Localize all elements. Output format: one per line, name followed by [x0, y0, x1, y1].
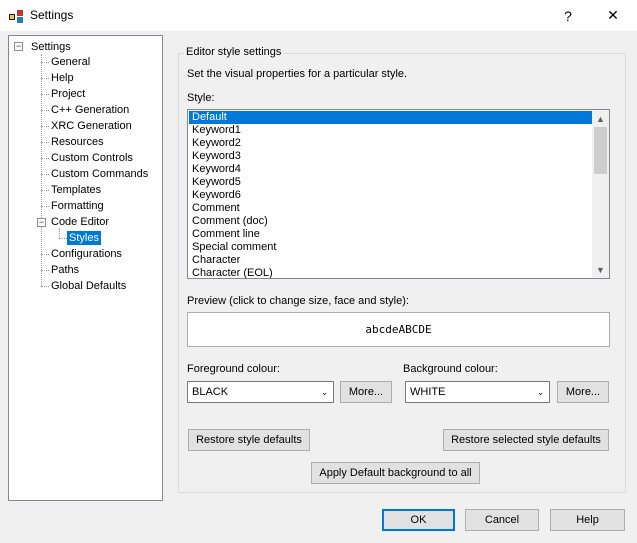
style-list-item[interactable]: Default	[189, 111, 593, 124]
tree-item-global-defaults[interactable]: Global Defaults	[49, 279, 128, 293]
chevron-down-icon[interactable]: ⌄	[532, 382, 549, 402]
help-button[interactable]: Help	[550, 509, 625, 531]
style-list-item[interactable]: Keyword1	[189, 124, 593, 137]
tree-connector	[41, 206, 49, 207]
style-label: Style:	[187, 92, 215, 104]
style-list-item[interactable]: Comment (doc)	[189, 215, 593, 228]
description-label: Set the visual properties for a particul…	[187, 68, 408, 80]
background-more-button[interactable]: More...	[557, 381, 609, 403]
style-list-item[interactable]: Keyword2	[189, 137, 593, 150]
tree-item-templates[interactable]: Templates	[49, 183, 103, 197]
scroll-down-icon[interactable]: ▼	[592, 261, 609, 278]
background-select[interactable]: WHITE ⌄	[405, 381, 550, 403]
style-list-items: Default Keyword1 Keyword2 Keyword3 Keyword4 K…	[189, 111, 593, 278]
tree-item-project[interactable]: Project	[49, 87, 87, 101]
preview-text: abcdeABCDE	[365, 323, 432, 336]
style-list-item[interactable]: Character (EOL)	[189, 267, 593, 278]
apply-default-background-button[interactable]: Apply Default background to all	[311, 462, 480, 484]
tree-connector	[41, 78, 49, 79]
style-list-item[interactable]: Keyword5	[189, 176, 593, 189]
tree-item-xrc-generation[interactable]: XRC Generation	[49, 119, 134, 133]
restore-style-defaults-button[interactable]: Restore style defaults	[188, 429, 310, 451]
foreground-value: BLACK	[192, 386, 229, 398]
style-preview[interactable]: abcdeABCDE	[187, 312, 610, 347]
tree-item-help[interactable]: Help	[49, 71, 76, 85]
tree-item-formatting[interactable]: Formatting	[49, 199, 106, 213]
tree-connector	[41, 286, 49, 287]
tree-connector	[59, 238, 67, 239]
tree-connector	[41, 190, 49, 191]
tree-item-custom-commands[interactable]: Custom Commands	[49, 167, 150, 181]
style-list-item[interactable]: Character	[189, 254, 593, 267]
tree-connector	[41, 62, 49, 63]
style-list-item[interactable]: Comment	[189, 202, 593, 215]
tree-item-configurations[interactable]: Configurations	[49, 247, 124, 261]
tree-item-resources[interactable]: Resources	[49, 135, 106, 149]
tree-item-code-editor[interactable]: Code Editor	[49, 215, 111, 229]
style-list-item[interactable]: Keyword6	[189, 189, 593, 202]
tree-connector	[41, 254, 49, 255]
style-list-scrollbar[interactable]: ▲ ▼	[592, 110, 609, 278]
style-list-item[interactable]: Comment line	[189, 228, 593, 241]
foreground-more-button[interactable]: More...	[340, 381, 392, 403]
style-list-item[interactable]: Keyword4	[189, 163, 593, 176]
tree-connector	[41, 174, 49, 175]
help-title-button[interactable]: ?	[545, 0, 591, 31]
tree-connector	[41, 270, 49, 271]
cancel-button[interactable]: Cancel	[465, 509, 539, 531]
settings-tree[interactable]: − Settings General Help Project C++ Gene…	[8, 35, 163, 501]
style-list[interactable]: Default Keyword1 Keyword2 Keyword3 Keyword4 K…	[187, 109, 610, 279]
foreground-select[interactable]: BLACK ⌄	[187, 381, 334, 403]
style-list-item[interactable]: Keyword3	[189, 150, 593, 163]
tree-connector	[41, 158, 49, 159]
tree-item-styles[interactable]: Styles	[67, 231, 101, 245]
scroll-up-icon[interactable]: ▲	[592, 110, 609, 127]
close-button[interactable]: ✕	[590, 0, 636, 31]
foreground-label: Foreground colour:	[187, 363, 280, 375]
app-icon	[9, 10, 23, 23]
collapse-settings-icon[interactable]: −	[14, 42, 23, 51]
ok-button[interactable]: OK	[382, 509, 455, 531]
window-title: Settings	[30, 8, 74, 22]
tree-item-general[interactable]: General	[49, 55, 92, 69]
tree-connector	[41, 126, 49, 127]
chevron-down-icon[interactable]: ⌄	[316, 382, 333, 402]
preview-label: Preview (click to change size, face and …	[187, 295, 409, 307]
scroll-thumb[interactable]	[594, 127, 607, 174]
tree-connector	[41, 54, 42, 286]
collapse-code-editor-icon[interactable]: −	[37, 218, 46, 227]
tree-connector	[59, 228, 60, 238]
style-list-item[interactable]: Special comment	[189, 241, 593, 254]
tree-item-custom-controls[interactable]: Custom Controls	[49, 151, 135, 165]
tree-connector	[41, 142, 49, 143]
group-title: Editor style settings	[184, 46, 284, 58]
tree-item-paths[interactable]: Paths	[49, 263, 81, 277]
background-label: Background colour:	[403, 363, 498, 375]
title-bar: Settings ? ✕	[0, 0, 637, 31]
background-value: WHITE	[410, 386, 446, 398]
tree-item-settings[interactable]: Settings	[29, 40, 73, 54]
tree-connector	[41, 94, 49, 95]
tree-connector	[41, 110, 49, 111]
settings-dialog: Settings ? ✕ − Settings General Help Pro…	[0, 0, 637, 543]
tree-item-cpp-generation[interactable]: C++ Generation	[49, 103, 131, 117]
restore-selected-defaults-button[interactable]: Restore selected style defaults	[443, 429, 609, 451]
